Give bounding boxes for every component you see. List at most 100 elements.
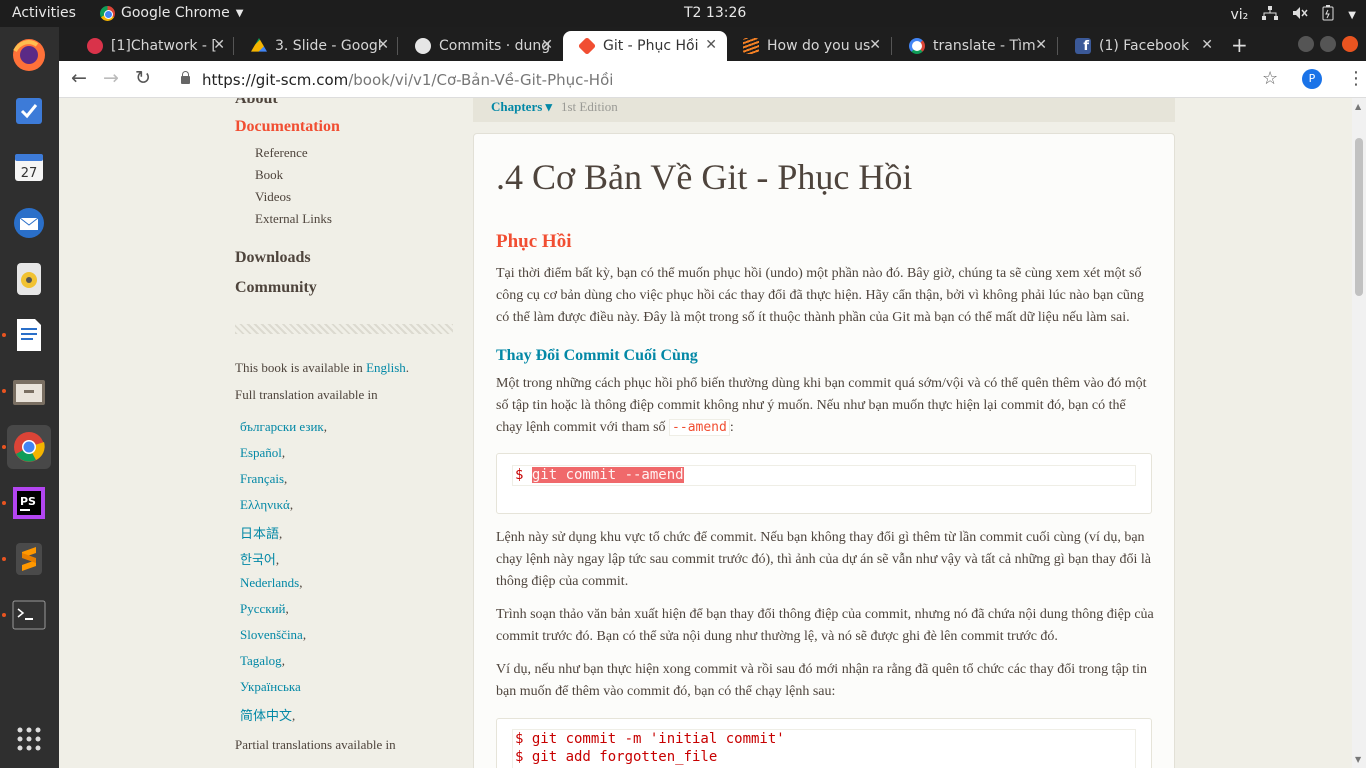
phpstorm-icon[interactable]: PS [7, 481, 51, 525]
battery-icon[interactable] [1322, 5, 1334, 25]
network-icon[interactable] [1262, 6, 1279, 24]
files-icon[interactable] [7, 369, 51, 413]
chatwork-favicon-icon [87, 38, 103, 54]
language-link[interactable]: Ελληνικά [240, 497, 290, 512]
tasks-icon[interactable] [7, 89, 51, 133]
app-menu-label: Google Chrome [121, 5, 230, 21]
back-button[interactable]: ← [71, 67, 87, 89]
tab-stackoverflow[interactable]: How do you us ✕ [727, 31, 891, 61]
address-bar[interactable]: https://git-scm.com/book/vi/v1/Cơ-Bản-Về… [169, 65, 1289, 95]
app-menu[interactable]: Google Chrome ▼ [100, 5, 243, 21]
bookmark-star-icon[interactable]: ☆ [1262, 68, 1278, 89]
profile-avatar[interactable]: P [1302, 69, 1322, 89]
close-icon[interactable]: ✕ [377, 37, 389, 53]
running-indicator [2, 557, 6, 561]
paragraph: Trình soạn thảo văn bản xuất hiện để bạn… [496, 607, 1154, 644]
writer-icon[interactable] [7, 313, 51, 357]
sidebar-link-book[interactable]: Book [255, 167, 283, 183]
reload-button[interactable]: ↻ [135, 67, 151, 89]
sidebar-link-external-links[interactable]: External Links [255, 211, 332, 227]
language-item[interactable]: Slovenščina, [240, 627, 306, 643]
language-link[interactable]: 简体中文 [240, 708, 292, 723]
tab-translate[interactable]: translate - Tìm ✕ [893, 31, 1057, 61]
firefox-icon[interactable] [7, 33, 51, 77]
tab-separator [891, 37, 892, 55]
language-item[interactable]: 日本語, [240, 523, 282, 542]
language-link[interactable]: Slovenščina [240, 627, 303, 642]
minimize-button[interactable] [1298, 36, 1314, 52]
sidebar-link-reference[interactable]: Reference [255, 145, 308, 161]
language-item[interactable]: Français, [240, 471, 287, 487]
scroll-up-arrow-icon[interactable]: ▲ [1355, 102, 1361, 111]
sidebar-divider [235, 324, 453, 334]
language-link[interactable]: 한국어 [240, 552, 276, 567]
volume-muted-icon[interactable] [1292, 6, 1308, 24]
language-link[interactable]: Українська [240, 679, 301, 694]
language-item[interactable]: български език, [240, 419, 327, 435]
new-tab-button[interactable]: + [1231, 33, 1248, 57]
chrome-icon[interactable] [7, 425, 51, 469]
english-link[interactable]: English [366, 360, 406, 375]
close-icon[interactable]: ✕ [705, 37, 717, 53]
language-item[interactable]: 简体中文, [240, 705, 295, 724]
maximize-button[interactable] [1320, 36, 1336, 52]
close-icon[interactable]: ✕ [1035, 37, 1047, 53]
edition-label: 1st Edition [561, 99, 618, 114]
language-link[interactable]: Español [240, 445, 282, 460]
tab-github-commits[interactable]: Commits · dung ✕ [399, 31, 563, 61]
close-window-button[interactable] [1342, 36, 1358, 52]
paragraph: Lệnh này sử dụng khu vực tổ chức để comm… [496, 530, 1151, 589]
sidebar-link-community[interactable]: Community [235, 279, 317, 297]
page-scrollbar[interactable]: ▲ ▼ [1352, 98, 1366, 768]
running-indicator [2, 389, 6, 393]
close-icon[interactable]: ✕ [541, 37, 553, 53]
language-item[interactable]: Ελληνικά, [240, 497, 293, 513]
tab-facebook[interactable]: f (1) Facebook ✕ [1059, 31, 1223, 61]
tab-slides[interactable]: 3. Slide - Googl ✕ [235, 31, 399, 61]
forward-button[interactable]: → [103, 67, 119, 89]
sidebar-link-videos[interactable]: Videos [255, 189, 291, 205]
language-link[interactable]: Русский [240, 601, 286, 616]
language-link[interactable]: 日本語 [240, 526, 279, 541]
page-title: .4 Cơ Bản Về Git - Phục Hồi [496, 157, 913, 197]
activities-button[interactable]: Activities [12, 5, 76, 21]
thunderbird-icon[interactable] [7, 201, 51, 245]
input-method-indicator[interactable]: vi₂ [1231, 7, 1249, 23]
sidebar-link-documentation[interactable]: Documentation [235, 118, 340, 136]
system-tray[interactable]: vi₂ ▼ [1231, 5, 1356, 25]
close-icon[interactable]: ✕ [1201, 37, 1213, 53]
lock-icon[interactable] [181, 71, 190, 84]
system-menu-chevron-icon[interactable]: ▼ [1348, 10, 1356, 21]
menu-icon[interactable]: ⋮ [1347, 68, 1365, 89]
language-item[interactable]: Tagalog, [240, 653, 285, 669]
sidebar-link-downloads[interactable]: Downloads [235, 249, 311, 267]
close-icon[interactable]: ✕ [869, 37, 881, 53]
sublime-text-icon[interactable] [7, 537, 51, 581]
google-drive-favicon-icon [251, 38, 267, 52]
language-link[interactable]: Nederlands [240, 575, 299, 590]
language-item[interactable]: Nederlands, [240, 575, 302, 591]
tab-git-phuc-hoi[interactable]: Git - Phục Hồi ✕ [563, 31, 727, 61]
language-item[interactable]: Español, [240, 445, 285, 461]
show-applications-icon[interactable] [7, 717, 51, 761]
scrollbar-thumb[interactable] [1355, 138, 1363, 296]
tab-chatwork[interactable]: [1]Chatwork - [ ✕ [71, 31, 235, 61]
calendar-icon[interactable]: 27 [7, 145, 51, 189]
web-page: About Documentation Reference Book Video… [59, 98, 1352, 768]
language-item[interactable]: Українська [240, 679, 301, 695]
close-icon[interactable]: ✕ [213, 37, 225, 53]
scroll-down-arrow-icon[interactable]: ▼ [1355, 755, 1361, 764]
language-item[interactable]: 한국어, [240, 549, 279, 568]
terminal-icon[interactable] [7, 593, 51, 637]
chapters-dropdown[interactable]: Chapters ▾ [491, 99, 552, 115]
inline-code: --amend [669, 419, 730, 436]
paragraph-text: Một trong những cách phục hồi phổ biến t… [496, 376, 1147, 435]
clock[interactable]: T2 13:26 [684, 5, 746, 21]
language-link[interactable]: Français [240, 471, 284, 486]
language-item[interactable]: Русский, [240, 601, 289, 617]
rhythmbox-icon[interactable] [7, 257, 51, 301]
sidebar-link-about[interactable]: About [235, 98, 278, 108]
language-link[interactable]: Tagalog [240, 653, 282, 668]
language-link[interactable]: български език [240, 419, 324, 434]
chevron-down-icon: ▼ [235, 7, 244, 19]
